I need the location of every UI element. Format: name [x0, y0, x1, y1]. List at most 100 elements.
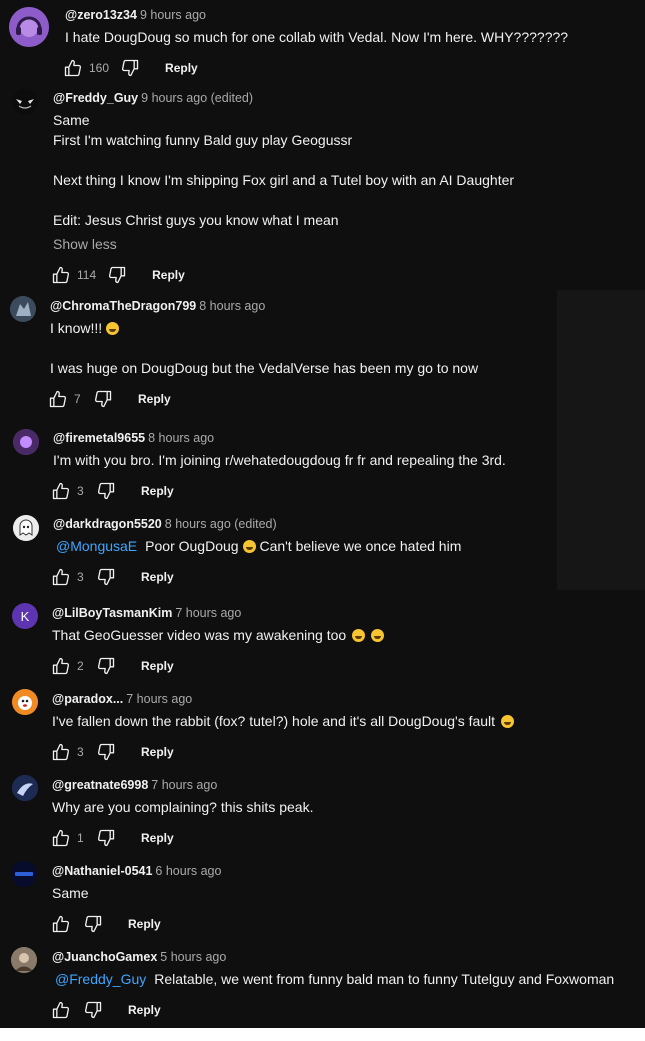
- reply-button[interactable]: Reply: [152, 268, 185, 282]
- like-icon[interactable]: [50, 566, 72, 588]
- timestamp[interactable]: 7 hours ago: [151, 778, 217, 792]
- reply-button[interactable]: Reply: [165, 61, 198, 75]
- dislike-icon[interactable]: [95, 741, 117, 763]
- author-name[interactable]: @paradox...: [52, 692, 123, 706]
- author-name[interactable]: @greatnate6998: [52, 778, 148, 792]
- show-less-button[interactable]: Show less: [53, 236, 117, 252]
- reply-button[interactable]: Reply: [141, 745, 174, 759]
- reply-button[interactable]: Reply: [141, 484, 174, 498]
- like-icon[interactable]: [50, 827, 72, 849]
- dislike-icon[interactable]: [82, 999, 104, 1021]
- comment-text: I'm with you bro. I'm joining r/wehatedo…: [53, 452, 506, 468]
- comment-header: @Freddy_Guy 9 hours ago (edited): [53, 90, 253, 106]
- reply-button[interactable]: Reply: [141, 659, 174, 673]
- like-icon[interactable]: [50, 264, 72, 286]
- avatar[interactable]: [10, 296, 36, 322]
- author-name[interactable]: @Freddy_Guy: [53, 91, 138, 105]
- comment-text-fragment: I've fallen down the rabbit (fox? tutel?…: [52, 713, 496, 729]
- reply-button[interactable]: Reply: [138, 392, 171, 406]
- comment-actions: Reply: [50, 912, 161, 936]
- banner-avatar-icon: [11, 861, 37, 887]
- comment-text: First I'm watching funny Bald guy play G…: [53, 132, 353, 148]
- avatar[interactable]: [12, 775, 38, 801]
- like-icon[interactable]: [50, 741, 72, 763]
- author-name[interactable]: @darkdragon5520: [53, 517, 162, 531]
- laughing-emoji-icon: [106, 322, 120, 335]
- reply-button[interactable]: Reply: [141, 831, 174, 845]
- reply-button[interactable]: Reply: [141, 570, 174, 584]
- comment-text: Edit: Jesus Christ guys you know what I …: [53, 212, 339, 228]
- comment-header: @zero13z34 9 hours ago: [65, 7, 206, 23]
- mention-link[interactable]: @MongusaE: [56, 538, 137, 554]
- like-icon[interactable]: [50, 480, 72, 502]
- author-name[interactable]: @firemetal9655: [53, 431, 145, 445]
- author-name[interactable]: @zero13z34: [65, 8, 137, 22]
- mask-avatar-icon: [12, 89, 38, 115]
- author-name[interactable]: @ChromaTheDragon799: [50, 299, 196, 313]
- comment-header: @LilBoyTasmanKim 7 hours ago: [52, 605, 241, 621]
- comment-text: Same: [52, 885, 89, 901]
- like-count: 114: [77, 268, 97, 282]
- dislike-icon[interactable]: [95, 827, 117, 849]
- comment-header: @darkdragon5520 8 hours ago (edited): [53, 516, 277, 532]
- like-icon[interactable]: [50, 655, 72, 677]
- timestamp[interactable]: 6 hours ago: [155, 864, 221, 878]
- dislike-icon[interactable]: [119, 57, 141, 79]
- dislike-icon[interactable]: [92, 388, 114, 410]
- comment-thread: @zero13z34 9 hours ago I hate DougDoug so…: [0, 0, 645, 1028]
- timestamp[interactable]: 8 hours ago: [199, 299, 265, 313]
- like-icon[interactable]: [47, 388, 69, 410]
- avatar[interactable]: [13, 515, 39, 541]
- like-icon[interactable]: [50, 999, 72, 1021]
- dislike-icon[interactable]: [82, 913, 104, 935]
- like-count: 3: [77, 745, 84, 759]
- comment-text: @Freddy_Guy Relatable, we went from funny…: [55, 969, 614, 989]
- comment-text-fragment: Can't believe we once hated him: [255, 538, 462, 554]
- avatar[interactable]: K: [12, 603, 38, 629]
- avatar[interactable]: [12, 89, 38, 115]
- like-icon[interactable]: [50, 913, 72, 935]
- comment-text: Same: [53, 112, 90, 128]
- like-count: 160: [89, 61, 110, 75]
- timestamp[interactable]: 7 hours ago: [126, 692, 192, 706]
- avatar[interactable]: [11, 861, 37, 887]
- mention-link[interactable]: @Freddy_Guy: [55, 971, 146, 987]
- comment-text: I was huge on DougDoug but the VedalVers…: [50, 360, 479, 376]
- comment-text-fragment: I know!!!: [50, 320, 103, 336]
- avatar[interactable]: [13, 429, 39, 455]
- author-name[interactable]: @JuanchoGamex: [52, 950, 157, 964]
- face-avatar-icon: [12, 689, 38, 715]
- reply-button[interactable]: Reply: [128, 917, 161, 931]
- avatar[interactable]: [12, 689, 38, 715]
- dislike-icon[interactable]: [95, 566, 117, 588]
- comment-header: @JuanchoGamex 5 hours ago: [52, 949, 226, 965]
- comment-actions: 3 Reply: [50, 565, 174, 589]
- author-name[interactable]: @Nathaniel-0541: [52, 864, 152, 878]
- comment-text: @MongusaE Poor OugDoug Can't believe we o…: [56, 536, 461, 556]
- dislike-icon[interactable]: [106, 264, 128, 286]
- timestamp[interactable]: 5 hours ago: [160, 950, 226, 964]
- dislike-icon[interactable]: [95, 655, 117, 677]
- author-name[interactable]: @LilBoyTasmanKim: [52, 606, 172, 620]
- laughing-emoji-icon: [371, 629, 385, 642]
- like-icon[interactable]: [62, 57, 84, 79]
- headphones-avatar-icon: [9, 7, 49, 47]
- comment-text: Next thing I know I'm shipping Fox girl …: [53, 172, 515, 188]
- timestamp[interactable]: 9 hours ago: [140, 8, 206, 22]
- timestamp[interactable]: 8 hours ago (edited): [165, 517, 277, 531]
- background-shade: [557, 290, 645, 590]
- comment-header: @Nathaniel-0541 6 hours ago: [52, 863, 221, 879]
- sad-emoji-icon: [242, 540, 256, 553]
- avatar[interactable]: [11, 947, 37, 973]
- comment-header: @greatnate6998 7 hours ago: [52, 777, 217, 793]
- grinning-emoji-icon: [501, 715, 515, 728]
- timestamp[interactable]: 8 hours ago: [148, 431, 214, 445]
- like-count: 3: [77, 484, 84, 498]
- timestamp[interactable]: 9 hours ago (edited): [141, 91, 253, 105]
- reply-button[interactable]: Reply: [128, 1003, 161, 1017]
- photo-avatar-icon: [11, 947, 37, 973]
- orb-avatar-icon: [13, 429, 39, 455]
- timestamp[interactable]: 7 hours ago: [175, 606, 241, 620]
- avatar[interactable]: [9, 7, 49, 47]
- dislike-icon[interactable]: [95, 480, 117, 502]
